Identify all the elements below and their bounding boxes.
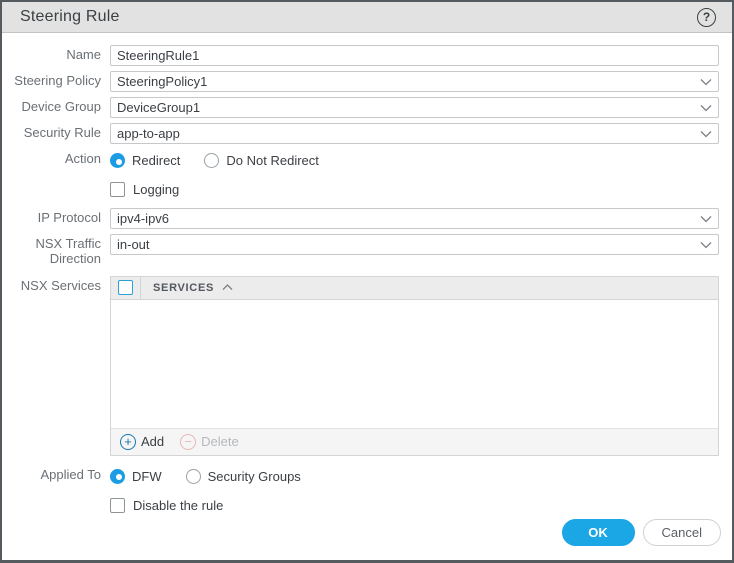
nsx-services-table: SERVICES + Add −	[110, 276, 719, 456]
ok-button[interactable]: OK	[562, 519, 635, 546]
services-table-header: SERVICES	[111, 277, 718, 300]
steering-policy-select[interactable]: SteeringPolicy1	[110, 71, 719, 92]
applied-to-dfw-label: DFW	[132, 469, 162, 484]
name-label: Name	[2, 45, 110, 63]
applied-to-security-groups-label: Security Groups	[208, 469, 301, 484]
nsx-traffic-direction-value: in-out	[117, 237, 694, 252]
ip-protocol-label: IP Protocol	[2, 208, 110, 226]
dialog-body: Name Steering Policy SteeringPolicy1 Dev…	[2, 33, 732, 560]
nsx-traffic-direction-row: NSX Traffic Direction in-out	[2, 234, 719, 267]
applied-to-dfw-radio[interactable]: DFW	[110, 469, 162, 484]
security-rule-select[interactable]: app-to-app	[110, 123, 719, 144]
device-group-select[interactable]: DeviceGroup1	[110, 97, 719, 118]
cancel-button[interactable]: Cancel	[643, 519, 721, 546]
dialog-footer: OK Cancel	[562, 519, 721, 546]
chevron-down-icon	[700, 78, 712, 86]
radio-unselected-icon	[204, 153, 219, 168]
nsx-services-row: NSX Services SERVICES	[2, 276, 719, 456]
delete-service-button[interactable]: − Delete	[180, 434, 239, 450]
device-group-label: Device Group	[2, 97, 110, 115]
services-table-body	[111, 300, 718, 428]
chevron-down-icon	[700, 215, 712, 223]
chevron-down-icon	[700, 104, 712, 112]
ip-protocol-select[interactable]: ipv4-ipv6	[110, 208, 719, 229]
nsx-traffic-direction-select[interactable]: in-out	[110, 234, 719, 255]
disable-rule-checkbox[interactable]: Disable the rule	[110, 498, 719, 513]
add-plus-icon: +	[120, 434, 136, 450]
dialog-titlebar: Steering Rule ?	[2, 2, 732, 33]
chevron-down-icon	[700, 241, 712, 249]
security-rule-label: Security Rule	[2, 123, 110, 141]
logging-label: Logging	[133, 182, 179, 197]
radio-unselected-icon	[186, 469, 201, 484]
device-group-value: DeviceGroup1	[117, 100, 694, 115]
security-rule-row: Security Rule app-to-app	[2, 123, 719, 144]
security-rule-value: app-to-app	[117, 126, 694, 141]
disable-rule-row: Disable the rule	[2, 498, 719, 513]
action-row: Action Redirect Do Not Redirect	[2, 151, 719, 168]
action-redirect-radio[interactable]: Redirect	[110, 153, 180, 168]
checkbox-unchecked-icon	[110, 182, 125, 197]
steering-policy-row: Steering Policy SteeringPolicy1	[2, 71, 719, 92]
action-redirect-label: Redirect	[132, 153, 180, 168]
checkbox-unchecked-icon	[110, 498, 125, 513]
steering-rule-dialog: Steering Rule ? Name Steering Policy Ste…	[0, 0, 734, 563]
disable-rule-label: Disable the rule	[133, 498, 223, 513]
radio-selected-icon	[110, 153, 125, 168]
add-service-button[interactable]: + Add	[120, 434, 164, 450]
action-label: Action	[2, 151, 110, 167]
name-row: Name	[2, 45, 719, 66]
help-icon[interactable]: ?	[697, 8, 716, 27]
logging-checkbox[interactable]: Logging	[110, 182, 719, 197]
applied-to-security-groups-radio[interactable]: Security Groups	[186, 469, 301, 484]
logging-row: Logging	[2, 182, 719, 197]
action-do-not-redirect-label: Do Not Redirect	[226, 153, 318, 168]
ip-protocol-value: ipv4-ipv6	[117, 211, 694, 226]
applied-to-label: Applied To	[2, 467, 110, 483]
select-all-checkbox[interactable]	[118, 280, 133, 295]
device-group-row: Device Group DeviceGroup1	[2, 97, 719, 118]
services-column-header[interactable]: SERVICES	[141, 282, 233, 294]
delete-minus-icon: −	[180, 434, 196, 450]
nsx-services-label: NSX Services	[2, 276, 110, 294]
chevron-down-icon	[700, 130, 712, 138]
applied-to-row: Applied To DFW Security Groups	[2, 467, 719, 484]
steering-policy-value: SteeringPolicy1	[117, 74, 694, 89]
action-do-not-redirect-radio[interactable]: Do Not Redirect	[204, 153, 318, 168]
name-input[interactable]	[110, 45, 719, 66]
steering-policy-label: Steering Policy	[2, 71, 110, 89]
sort-ascending-icon	[222, 284, 233, 291]
dialog-title: Steering Rule	[20, 8, 120, 26]
radio-selected-icon	[110, 469, 125, 484]
services-table-toolbar: + Add − Delete	[111, 428, 718, 455]
nsx-traffic-direction-label: NSX Traffic Direction	[2, 234, 110, 267]
ip-protocol-row: IP Protocol ipv4-ipv6	[2, 208, 719, 229]
